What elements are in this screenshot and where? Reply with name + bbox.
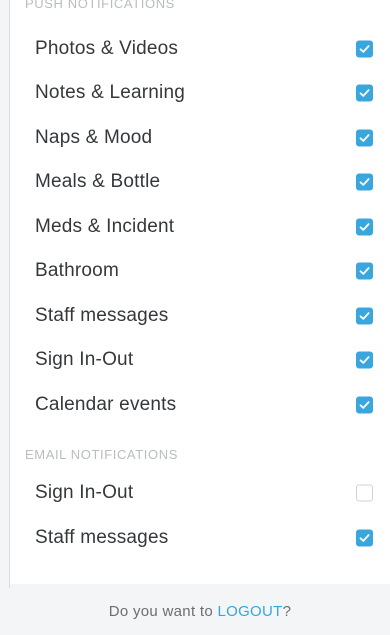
push-calendar-events-checkbox[interactable] [356,396,373,414]
checkmark-icon [359,134,370,142]
push-item-label: Meds & Incident [35,216,175,237]
email-sign-in-out-checkbox[interactable] [356,484,373,502]
push-item-label: Naps & Mood [35,127,153,148]
push-item-sign-in-out[interactable]: Sign In-Out [10,338,390,382]
checkmark-icon [359,223,370,231]
checkmark-icon [359,534,370,542]
checkmark-icon [359,45,370,53]
checkmark-icon [359,356,370,364]
email-notifications-header: EMAIL NOTIFICATIONS [25,447,178,462]
checkmark-icon [359,312,370,320]
logout-prompt: Do you want to LOGOUT? [10,603,390,620]
checkmark-icon [359,267,370,275]
email-item-staff-messages[interactable]: Staff messages [10,516,390,560]
checkmark-icon [359,178,370,186]
push-staff-messages-checkbox[interactable] [356,307,373,325]
push-meds-incident-checkbox[interactable] [356,218,373,236]
push-photos-videos-checkbox[interactable] [356,40,373,58]
push-item-calendar-events[interactable]: Calendar events [10,383,390,427]
logout-prompt-text: Do you want to [108,603,218,620]
email-item-label: Sign In-Out [35,482,134,503]
checkmark-icon [359,401,370,409]
push-bathroom-checkbox[interactable] [356,262,373,280]
push-naps-mood-checkbox[interactable] [356,129,373,147]
push-item-photos-videos[interactable]: Photos & Videos [10,27,390,71]
push-item-label: Calendar events [35,394,177,415]
logout-link[interactable]: LOGOUT [217,603,282,620]
push-item-label: Sign In-Out [35,349,134,370]
push-sign-in-out-checkbox[interactable] [356,351,373,369]
push-item-staff-messages[interactable]: Staff messages [10,294,390,338]
push-item-bathroom[interactable]: Bathroom [10,249,390,293]
push-notifications-header: PUSH NOTIFICATIONS [25,0,175,11]
push-item-naps-mood[interactable]: Naps & Mood [10,116,390,160]
checkmark-icon [359,89,370,97]
push-notes-learning-checkbox[interactable] [356,84,373,102]
logout-prompt-suffix: ? [282,603,292,620]
email-staff-messages-checkbox[interactable] [356,529,373,547]
push-item-notes-learning[interactable]: Notes & Learning [10,71,390,115]
push-item-label: Staff messages [35,305,169,326]
push-item-meds-incident[interactable]: Meds & Incident [10,205,390,249]
email-item-sign-in-out[interactable]: Sign In-Out [10,471,390,515]
push-item-label: Photos & Videos [35,38,179,59]
push-meals-bottle-checkbox[interactable] [356,173,373,191]
push-item-meals-bottle[interactable]: Meals & Bottle [10,160,390,204]
push-item-label: Meals & Bottle [35,171,161,192]
push-item-label: Bathroom [35,260,119,281]
push-item-label: Notes & Learning [35,82,186,103]
email-item-label: Staff messages [35,527,169,548]
